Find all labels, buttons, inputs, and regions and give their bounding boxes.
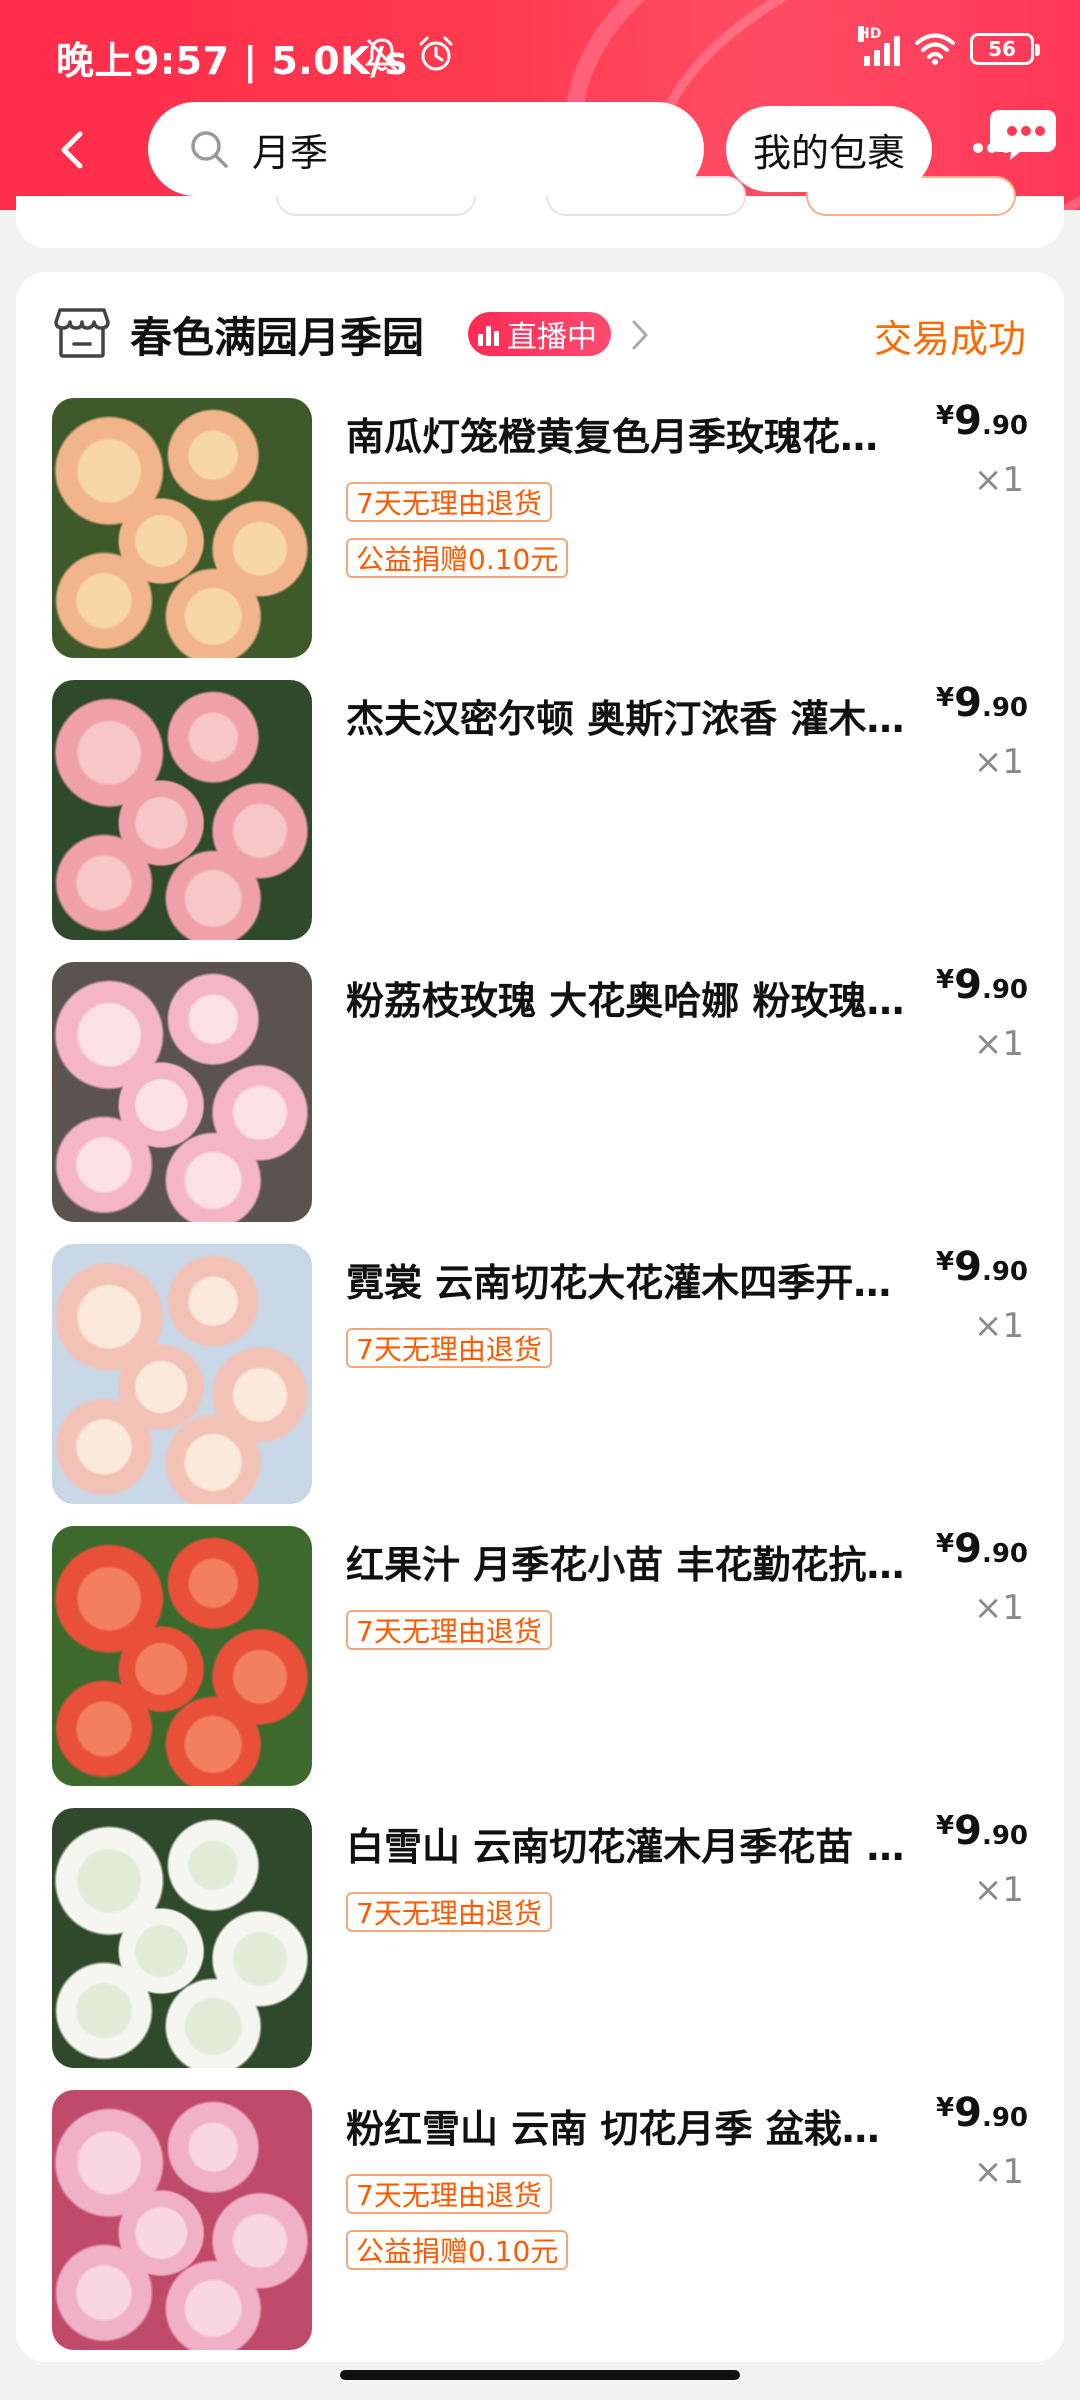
status-bar: 晚上9:57 | 5.0K/s HD 56 xyxy=(0,0,1080,110)
previous-order-card xyxy=(16,176,1064,248)
order-item[interactable]: 南瓜灯笼橙黄复色月季玫瑰花… 7天无理由退货 公益捐赠0.10元 ¥9.90 ×1 xyxy=(16,398,1064,680)
order-item[interactable]: 白雪山 云南切花灌木月季花苗 … 7天无理由退货 ¥9.90 ×1 xyxy=(16,1808,1064,2090)
order-item[interactable]: 霓裳 云南切花大花灌木四季开… 7天无理由退货 ¥9.90 ×1 xyxy=(16,1244,1064,1526)
price-yen: ¥ xyxy=(936,2093,955,2123)
price-yen: ¥ xyxy=(936,401,955,431)
return-policy-tag: 7天无理由退货 xyxy=(346,2174,552,2214)
hd-label: HD xyxy=(858,26,882,42)
product-title[interactable]: 南瓜灯笼橙黄复色月季玫瑰花… xyxy=(346,406,946,461)
product-image[interactable] xyxy=(52,1244,312,1504)
price-dec: .90 xyxy=(981,411,1028,441)
product-quantity: ×1 xyxy=(973,460,1024,500)
product-title[interactable]: 霓裳 云南切花大花灌木四季开… xyxy=(346,1252,946,1307)
order-status: 交易成功 xyxy=(873,317,1026,361)
shop-row[interactable]: 春色满园月季园 直播中 交易成功 xyxy=(16,272,1064,392)
product-quantity: ×1 xyxy=(973,742,1024,782)
price-int: 9 xyxy=(954,962,982,1008)
product-title[interactable]: 杰夫汉密尔顿 奥斯汀浓香 灌木… xyxy=(346,688,946,743)
return-policy-tag: 7天无理由退货 xyxy=(346,482,552,522)
product-title[interactable]: 白雪山 云南切花灌木月季花苗 … xyxy=(346,1816,946,1871)
price-yen: ¥ xyxy=(936,1247,955,1277)
wifi-icon xyxy=(915,33,955,65)
product-price: ¥9.90 xyxy=(936,1808,1028,1854)
price-int: 9 xyxy=(954,1526,982,1572)
product-quantity: ×1 xyxy=(973,1024,1024,1064)
signal-icon: HD xyxy=(858,26,900,66)
price-yen: ¥ xyxy=(936,965,955,995)
charity-tag: 公益捐赠0.10元 xyxy=(346,2230,569,2270)
product-image[interactable] xyxy=(52,1526,312,1786)
product-image[interactable] xyxy=(52,962,312,1222)
price-int: 9 xyxy=(954,398,982,444)
chat-more-icon[interactable] xyxy=(970,100,1060,190)
price-yen: ¥ xyxy=(936,683,955,713)
price-dec: .90 xyxy=(981,2103,1028,2133)
order-item[interactable]: 粉红雪山 云南 切花月季 盆栽… 7天无理由退货 公益捐赠0.10元 ¥9.90 ×1 xyxy=(16,2090,1064,2372)
shop-name[interactable]: 春色满园月季园 xyxy=(130,304,424,365)
product-quantity: ×1 xyxy=(973,2152,1024,2192)
product-price: ¥9.90 xyxy=(936,1244,1028,1290)
live-badge-label: 直播中 xyxy=(507,320,597,355)
product-quantity: ×1 xyxy=(973,1588,1024,1628)
product-price: ¥9.90 xyxy=(936,2090,1028,2136)
live-bars-icon xyxy=(478,322,499,346)
order-item[interactable]: 红果汁 月季花小苗 丰花勤花抗… 7天无理由退货 ¥9.90 ×1 xyxy=(16,1526,1064,1808)
home-indicator[interactable] xyxy=(340,2370,740,2380)
price-dec: .90 xyxy=(981,1821,1028,1851)
price-yen: ¥ xyxy=(936,1529,955,1559)
chevron-right-icon[interactable] xyxy=(630,318,650,352)
price-int: 9 xyxy=(954,2090,982,2136)
return-policy-tag: 7天无理由退货 xyxy=(346,1892,552,1932)
product-title[interactable]: 红果汁 月季花小苗 丰花勤花抗… xyxy=(346,1534,946,1589)
order-item[interactable]: 粉荔枝玫瑰 大花奥哈娜 粉玫瑰… ¥9.90 ×1 xyxy=(16,962,1064,1244)
product-price: ¥9.90 xyxy=(936,1526,1028,1572)
battery-indicator: 56 xyxy=(970,33,1040,65)
search-query: 月季 xyxy=(252,130,329,175)
search-icon xyxy=(191,131,228,168)
price-int: 9 xyxy=(954,680,982,726)
order-item[interactable]: 杰夫汉密尔顿 奥斯汀浓香 灌木… ¥9.90 ×1 xyxy=(16,680,1064,962)
charity-tag: 公益捐赠0.10元 xyxy=(346,538,569,578)
product-image[interactable] xyxy=(52,398,312,658)
price-dec: .90 xyxy=(981,693,1028,723)
product-image[interactable] xyxy=(52,1808,312,2068)
product-image[interactable] xyxy=(52,2090,312,2350)
return-policy-tag: 7天无理由退货 xyxy=(346,1610,552,1650)
my-parcel-button[interactable]: 我的包裹 xyxy=(726,106,932,192)
back-icon[interactable] xyxy=(50,126,98,174)
shop-icon xyxy=(54,308,110,358)
return-policy-tag: 7天无理由退货 xyxy=(346,1328,552,1368)
product-price: ¥9.90 xyxy=(936,680,1028,726)
alarm-icon xyxy=(419,36,453,71)
app-header: 晚上9:57 | 5.0K/s HD 56 月季 我的包裹 xyxy=(0,0,1080,210)
mute-icon xyxy=(364,38,400,72)
product-price: ¥9.90 xyxy=(936,398,1028,444)
status-icons-right: HD 56 xyxy=(858,26,1040,66)
product-image[interactable] xyxy=(52,680,312,940)
search-input[interactable]: 月季 xyxy=(148,102,704,196)
order-card[interactable]: 春色满园月季园 直播中 交易成功 南瓜灯笼橙黄复色月季玫瑰花… 7天无理由退货 公益… xyxy=(16,272,1064,2362)
price-yen: ¥ xyxy=(936,1811,955,1841)
item-list: 南瓜灯笼橙黄复色月季玫瑰花… 7天无理由退货 公益捐赠0.10元 ¥9.90 ×1 杰夫汉… xyxy=(16,398,1064,2372)
status-time: 晚上9:57 | 5.0K/s xyxy=(56,39,408,83)
price-int: 9 xyxy=(954,1244,982,1290)
product-title[interactable]: 粉红雪山 云南 切花月季 盆栽… xyxy=(346,2098,946,2153)
live-badge[interactable]: 直播中 xyxy=(468,312,611,356)
price-dec: .90 xyxy=(981,1257,1028,1287)
product-price: ¥9.90 xyxy=(936,962,1028,1008)
price-int: 9 xyxy=(954,1808,982,1854)
product-quantity: ×1 xyxy=(973,1306,1024,1346)
product-quantity: ×1 xyxy=(973,1870,1024,1910)
nav-row: 月季 我的包裹 xyxy=(0,100,1080,200)
price-dec: .90 xyxy=(981,975,1028,1005)
status-icons-left xyxy=(362,34,456,74)
product-title[interactable]: 粉荔枝玫瑰 大花奥哈娜 粉玫瑰… xyxy=(346,970,946,1025)
price-dec: .90 xyxy=(981,1539,1028,1569)
